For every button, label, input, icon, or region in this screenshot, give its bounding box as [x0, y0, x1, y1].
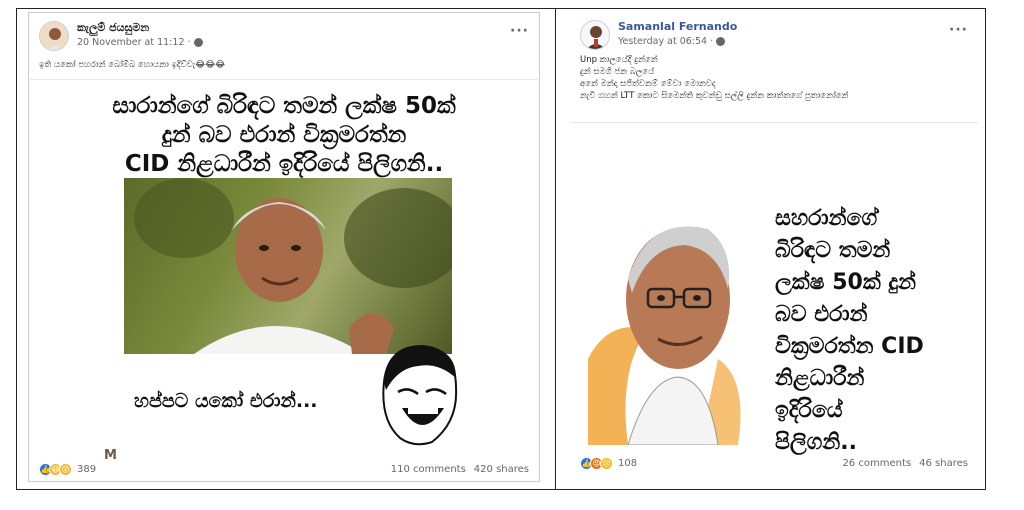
panel-divider: [555, 8, 556, 490]
author-name[interactable]: කැලුම් ජයසුමන: [77, 21, 149, 35]
poster-text: සහරාන්ගේ බිරිඳට තමන් ලක්ෂ 50ක් දුන් බව එ…: [775, 203, 924, 459]
post-caption: Unp කාලයේදී දුන්නේ දුන් සමගි ජන බලයේ අනේ…: [580, 54, 848, 102]
timestamp[interactable]: Yesterday at 06:54 ·: [618, 36, 713, 47]
wow-icon: 😮: [59, 463, 72, 476]
reaction-count: 108: [618, 458, 638, 469]
meme-caption: හප්පට යකෝ එරාන්...: [134, 390, 318, 412]
caption-line: දුන් සමගි ජන බලයේ: [580, 67, 655, 77]
poster-line: බිරිඳට තමන්: [775, 238, 891, 263]
comments-count[interactable]: 110 comments: [391, 464, 466, 475]
reactions-summary[interactable]: 👍 😆 😮 389: [39, 463, 96, 476]
sad-icon: 😢: [600, 457, 613, 470]
globe-icon: [716, 37, 726, 46]
shares-count[interactable]: 46 shares: [919, 458, 968, 469]
more-options-icon[interactable]: ···: [949, 22, 968, 38]
reaction-count: 389: [77, 464, 97, 475]
caption-line: අනේ මන්දා සජිත්වනම් මේවා මොනවද: [580, 79, 716, 89]
reactions-summary[interactable]: 👍 😡 😢 108: [580, 457, 637, 470]
watermark-logo: M: [104, 448, 117, 463]
poster-line: බව එරාන්: [775, 302, 868, 327]
post-image[interactable]: සහරාන්ගේ බිරිඳට තමන් ලක්ෂ 50ක් දුන් බව එ…: [570, 122, 978, 455]
headline-line: දුන් බව එරාන් වික්‍රමරත්න: [161, 122, 407, 148]
post-meta: 20 November at 11:12 ·: [77, 37, 203, 48]
post-image[interactable]: සාරාන්ගේ බිරිඳට තමන් ලක්ෂ 50ක් දුන් බව එ…: [30, 79, 538, 463]
headline-line: CID නිළධාරීන් ඉදිරියේ පිලිගනි..: [124, 151, 444, 177]
shares-count[interactable]: 420 shares: [474, 464, 529, 475]
image-headline: සාරාන්ගේ බිරිඳට තමන් ලක්ෂ 50ක් දුන් බව එ…: [30, 92, 538, 179]
post-stats: 110 comments 420 shares: [391, 464, 529, 475]
post-meta: Yesterday at 06:54 ·: [618, 36, 726, 47]
poster-line: ලක්ෂ 50ක් දුන්: [775, 270, 916, 295]
post-footer: 👍 😆 😮 389 110 comments 420 shares: [39, 463, 529, 476]
portrait-photo: [124, 178, 452, 354]
author-avatar[interactable]: [580, 20, 610, 50]
poster-line: පිලිගනි..: [775, 430, 857, 455]
caption-line: නැවි ගහන් LTT කොට සිමෙන්ති කුවන්ඩු සල්ලි…: [580, 91, 849, 101]
facebook-post-left: කැලුම් ජයසුමන 20 November at 11:12 · ···…: [28, 12, 540, 482]
author-name[interactable]: Samanlal Fernando: [618, 20, 737, 33]
post-footer: 👍 😡 😢 108 26 comments 46 shares: [580, 457, 968, 470]
poster-line: ඉදිරියේ: [775, 398, 843, 423]
poster-line: සහරාන්ගේ: [775, 206, 878, 231]
post-stats: 26 comments 46 shares: [843, 458, 968, 469]
poster-line: වික්‍රමරත්න CID: [775, 334, 924, 359]
comments-count[interactable]: 26 comments: [843, 458, 912, 469]
laughing-meme-face-icon: [382, 344, 458, 446]
poster-line: නිළධාරීන්: [775, 366, 865, 391]
timestamp[interactable]: 20 November at 11:12 ·: [77, 37, 191, 48]
post-header: Samanlal Fernando Yesterday at 06:54 · ·…: [580, 18, 968, 58]
globe-icon: [193, 38, 203, 47]
caption-line: Unp කාලයේදී දුන්නේ: [580, 55, 658, 65]
post-header: කැලුම් ජයසුමන 20 November at 11:12 · ···: [39, 19, 529, 59]
facebook-post-right: Samanlal Fernando Yesterday at 06:54 · ·…: [570, 12, 978, 482]
caricature-illustration: [588, 226, 741, 445]
more-options-icon[interactable]: ···: [510, 23, 529, 39]
headline-line: සාරාන්ගේ බිරිඳට තමන් ලක්ෂ 50ක්: [112, 93, 456, 119]
post-caption: ඉති යකෝ පහරාන් බෝම්බ හොයනා ඉදිව්වැ😂😂😂: [39, 60, 226, 70]
author-avatar[interactable]: [39, 21, 69, 51]
